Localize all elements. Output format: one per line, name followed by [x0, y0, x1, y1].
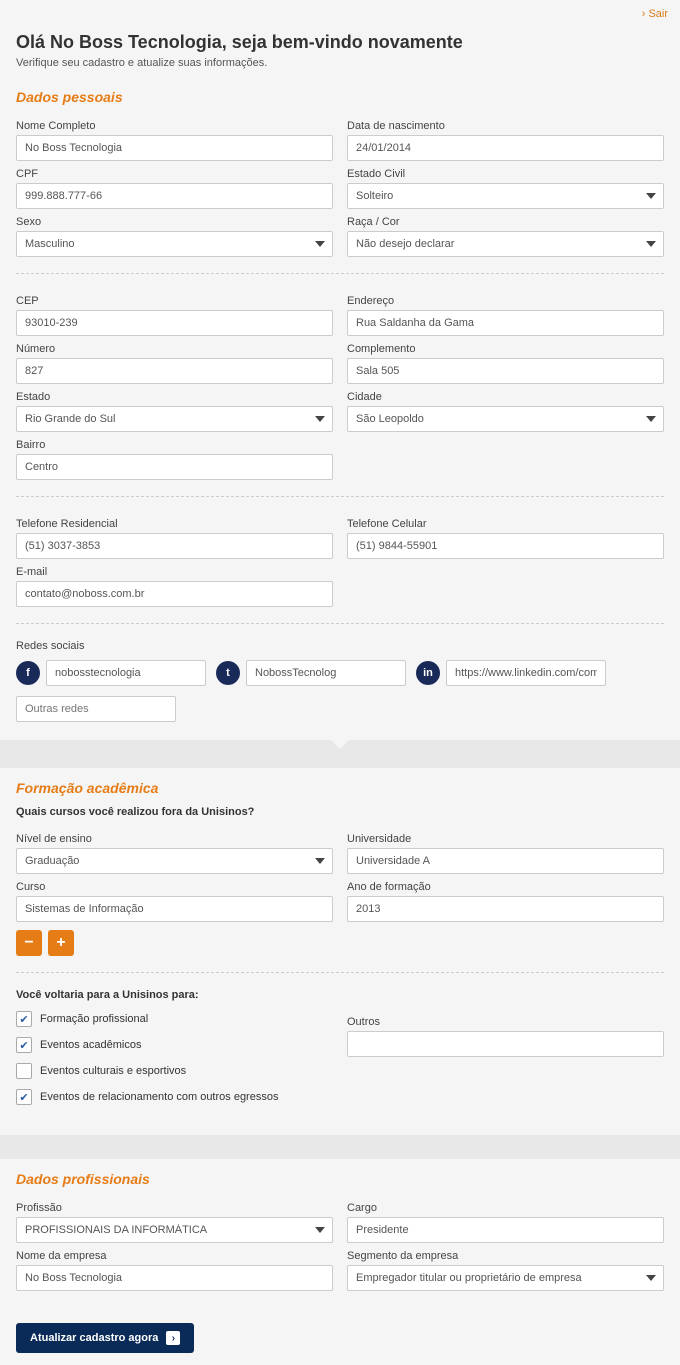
checkbox-academic-events[interactable] [16, 1037, 32, 1053]
academic-section: Formação acadêmica Quais cursos você rea… [0, 768, 680, 1135]
race-select[interactable]: Não desejo declarar [347, 231, 664, 257]
section-separator [0, 1135, 680, 1159]
cpf-input[interactable] [16, 183, 333, 209]
dob-input[interactable] [347, 135, 664, 161]
phone-label: Telefone Residencial [16, 518, 333, 530]
state-select[interactable]: Rio Grande do Sul [16, 406, 333, 432]
city-label: Cidade [347, 391, 664, 403]
name-label: Nome Completo [16, 120, 333, 132]
page-header: Olá No Boss Tecnologia, seja bem-vindo n… [0, 28, 680, 77]
profession-label: Profissão [16, 1202, 333, 1214]
checkbox-label: Formação profissional [40, 1013, 148, 1025]
position-label: Cargo [347, 1202, 664, 1214]
personal-title: Dados pessoais [16, 89, 664, 105]
cell-label: Telefone Celular [347, 518, 664, 530]
professional-section: Dados profissionais Profissão PROFISSION… [0, 1159, 680, 1311]
name-input[interactable] [16, 135, 333, 161]
course-input[interactable] [16, 896, 333, 922]
other-social-input[interactable] [16, 696, 176, 722]
divider [16, 972, 664, 973]
minus-icon: − [24, 934, 33, 952]
company-label: Nome da empresa [16, 1250, 333, 1262]
checkbox-label: Eventos acadêmicos [40, 1039, 142, 1051]
university-input[interactable] [347, 848, 664, 874]
district-input[interactable] [16, 454, 333, 480]
company-input[interactable] [16, 1265, 333, 1291]
section-separator [0, 740, 680, 768]
comp-input[interactable] [347, 358, 664, 384]
checkbox-cultural-events[interactable] [16, 1063, 32, 1079]
address-input[interactable] [347, 310, 664, 336]
level-select[interactable]: Graduação [16, 848, 333, 874]
email-label: E-mail [16, 566, 333, 578]
level-label: Nível de ensino [16, 833, 333, 845]
number-input[interactable] [16, 358, 333, 384]
submit-label: Atualizar cadastro agora [30, 1332, 158, 1344]
year-label: Ano de formação [347, 881, 664, 893]
civil-select[interactable]: Solteiro [347, 183, 664, 209]
divider [16, 623, 664, 624]
twitter-input[interactable] [246, 660, 406, 686]
cep-input[interactable] [16, 310, 333, 336]
phone-input[interactable] [16, 533, 333, 559]
professional-title: Dados profissionais [16, 1171, 664, 1187]
others-label: Outros [347, 1016, 664, 1028]
year-input[interactable] [347, 896, 664, 922]
twitter-icon: t [216, 661, 240, 685]
dob-label: Data de nascimento [347, 120, 664, 132]
checkbox-label: Eventos culturais e esportivos [40, 1065, 186, 1077]
others-input[interactable] [347, 1031, 664, 1057]
cell-input[interactable] [347, 533, 664, 559]
divider [16, 496, 664, 497]
checkbox-alumni-events[interactable] [16, 1089, 32, 1105]
email-input[interactable] [16, 581, 333, 607]
cpf-label: CPF [16, 168, 333, 180]
arrow-down-icon [330, 739, 350, 749]
academic-title: Formação acadêmica [16, 780, 664, 796]
segment-label: Segmento da empresa [347, 1250, 664, 1262]
add-button[interactable]: + [48, 930, 74, 956]
academic-question: Quais cursos você realizou fora da Unisi… [16, 806, 664, 818]
return-question: Você voltaria para a Unisinos para: [16, 989, 664, 1001]
plus-icon: + [56, 934, 65, 952]
page-title: Olá No Boss Tecnologia, seja bem-vindo n… [16, 32, 664, 53]
linkedin-input[interactable] [446, 660, 606, 686]
civil-label: Estado Civil [347, 168, 664, 180]
profession-select[interactable]: PROFISSIONAIS DA INFORMÁTICA [16, 1217, 333, 1243]
chevron-right-icon: › [642, 8, 646, 20]
arrow-right-icon: › [166, 1331, 180, 1345]
exit-link[interactable]: Sair [648, 8, 668, 20]
comp-label: Complemento [347, 343, 664, 355]
checkbox-prof-training[interactable] [16, 1011, 32, 1027]
linkedin-icon: in [416, 661, 440, 685]
race-label: Raça / Cor [347, 216, 664, 228]
facebook-icon: f [16, 661, 40, 685]
cep-label: CEP [16, 295, 333, 307]
number-label: Número [16, 343, 333, 355]
state-label: Estado [16, 391, 333, 403]
position-input[interactable] [347, 1217, 664, 1243]
city-select[interactable]: São Leopoldo [347, 406, 664, 432]
checkbox-label: Eventos de relacionamento com outros egr… [40, 1091, 278, 1103]
topbar: › Sair [0, 0, 680, 28]
course-label: Curso [16, 881, 333, 893]
segment-select[interactable]: Empregador titular ou proprietário de em… [347, 1265, 664, 1291]
remove-button[interactable]: − [16, 930, 42, 956]
sex-select[interactable]: Masculino [16, 231, 333, 257]
page-subtitle: Verifique seu cadastro e atualize suas i… [16, 57, 664, 69]
university-label: Universidade [347, 833, 664, 845]
district-label: Bairro [16, 439, 333, 451]
submit-button[interactable]: Atualizar cadastro agora › [16, 1323, 194, 1353]
social-label: Redes sociais [16, 640, 664, 652]
personal-section: Dados pessoais Nome Completo Data de nas… [0, 77, 680, 740]
address-label: Endereço [347, 295, 664, 307]
divider [16, 273, 664, 274]
facebook-input[interactable] [46, 660, 206, 686]
sex-label: Sexo [16, 216, 333, 228]
